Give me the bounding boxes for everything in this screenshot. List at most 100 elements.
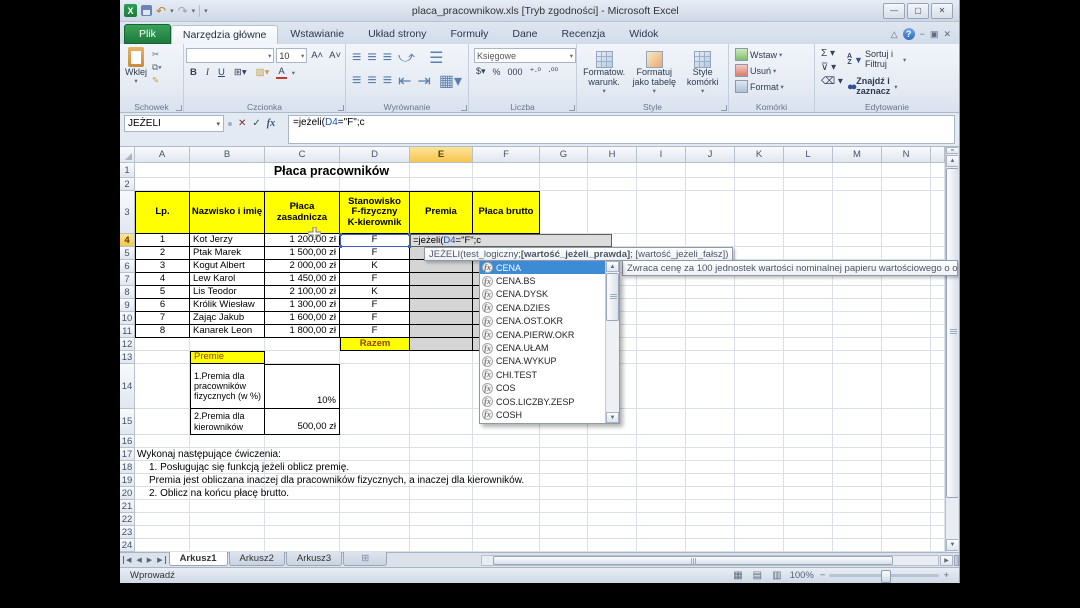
ribbon-tab-formu-y[interactable]: Formuły (438, 24, 500, 44)
cell-A18[interactable]: 1. Posługując się funkcją jeżeli oblicz … (135, 461, 637, 474)
column-header-A[interactable]: A (135, 147, 190, 163)
autocomplete-item-cena.bs[interactable]: fxCENA.BS (480, 274, 605, 287)
italic-button[interactable]: I (204, 68, 211, 78)
font-color-icon[interactable]: A (276, 66, 286, 79)
cell-B3[interactable]: Nazwisko i imię (190, 191, 265, 234)
cell-A3[interactable]: Lp. (135, 191, 190, 234)
cut-icon[interactable]: ✂ (152, 49, 162, 60)
cell-E3[interactable]: Premia (410, 191, 473, 234)
accounting-format-icon[interactable]: $▾ (476, 66, 486, 77)
cell-C14[interactable]: 10% (265, 364, 340, 409)
cell-C11[interactable]: 1 800,00 zł (265, 325, 340, 338)
book-restore-icon[interactable]: ▣ (930, 29, 939, 40)
hscroll-right-icon[interactable]: ▶ (940, 555, 953, 566)
row-header-22[interactable]: 22 (120, 513, 135, 526)
zoom-out-icon[interactable]: − (820, 570, 826, 581)
cell-E12[interactable] (410, 338, 473, 351)
column-header-D[interactable]: D (340, 147, 410, 163)
cell-A5[interactable]: 2 (135, 247, 190, 260)
cell-B9[interactable]: Królik Wiesław (190, 299, 265, 312)
redo-dropdown-icon[interactable]: ▾ (192, 7, 196, 15)
cell-A4[interactable]: 1 (135, 234, 190, 247)
liczba-dialog-launcher[interactable] (569, 105, 575, 111)
row-header-14[interactable]: 14 (120, 364, 135, 409)
minimize-button[interactable]: — (883, 3, 905, 19)
hscroll-splitter[interactable] (954, 555, 959, 566)
column-header-B[interactable]: B (190, 147, 265, 163)
shrink-font-icon[interactable]: A˅ (327, 50, 343, 61)
autocomplete-item-cena[interactable]: fxCENA (480, 261, 605, 274)
cell-D3[interactable]: Stanowisko F-fizyczny K-kierownik (340, 191, 410, 234)
row-header-13[interactable]: 13 (120, 351, 135, 364)
row-header-15[interactable]: 15 (120, 409, 135, 435)
undo-icon[interactable]: ↶ (156, 6, 166, 16)
cell-styles-button[interactable]: Style komórki▾ (679, 46, 726, 100)
cell-B6[interactable]: Kogut Albert (190, 260, 265, 273)
row-header-7[interactable]: 7 (120, 273, 135, 286)
number-format-combo[interactable]: Księgowe▾ (474, 48, 576, 63)
format-cells-button[interactable]: Format▾ (735, 80, 812, 93)
column-header-J[interactable]: J (686, 147, 735, 163)
align-left-icon[interactable]: ≡ (352, 72, 361, 90)
ribbon-tab-narz-dzia-g-wne[interactable]: Narzędzia główne (171, 25, 278, 44)
wyrownanie-dialog-launcher[interactable] (461, 105, 467, 111)
row-header-10[interactable]: 10 (120, 312, 135, 325)
undo-dropdown-icon[interactable]: ▾ (170, 7, 174, 15)
cell-D6[interactable]: K (340, 260, 410, 273)
cell-B5[interactable]: Ptak Marek (190, 247, 265, 260)
cell-D8[interactable]: K (340, 286, 410, 299)
cell-B15[interactable]: 2.Premia dla kierowników (190, 409, 265, 435)
sheet-tab-arkusz3[interactable]: Arkusz3 (286, 552, 342, 566)
autocomplete-item-cena.ułam[interactable]: fxCENA.UŁAM (480, 341, 605, 354)
ribbon-tab-uk-ad-strony[interactable]: Układ strony (356, 24, 438, 44)
row-header-18[interactable]: 18 (120, 461, 135, 474)
row-header-3[interactable]: 3 (120, 191, 135, 234)
borders-icon[interactable]: ⊞▾ (232, 67, 249, 78)
merge-center-icon[interactable]: ▦▾ (439, 71, 462, 91)
cell-C6[interactable]: 2 000,00 zł (265, 260, 340, 273)
zoom-in-icon[interactable]: + (943, 570, 949, 581)
name-box[interactable]: JEŻELI▾ (124, 115, 224, 132)
align-top-icon[interactable]: ≡ (352, 49, 361, 67)
next-sheet-icon[interactable]: ▶ (145, 556, 154, 564)
cell-C5[interactable]: 1 500,00 zł (265, 247, 340, 260)
cell-B13[interactable]: Premie (190, 351, 265, 364)
normal-view-icon[interactable]: ▦ (731, 569, 744, 582)
row-header-8[interactable]: 8 (120, 286, 135, 299)
ribbon-tab-dane[interactable]: Dane (500, 24, 549, 44)
row-header-17[interactable]: 17 (120, 448, 135, 461)
cell-C3[interactable]: Płaca zasadnicza (265, 191, 340, 234)
increase-decimal-icon[interactable]: ⁺·⁰ (530, 66, 541, 77)
cell-E9[interactable] (410, 299, 473, 312)
autocomplete-item-cena.dysk[interactable]: fxCENA.DYSK (480, 288, 605, 301)
autocomplete-item-cos[interactable]: fxCOS (480, 382, 605, 395)
cell-B11[interactable]: Kanarek Leon (190, 325, 265, 338)
cell-A20[interactable]: 2. Oblicz na końcu płacę brutto. (135, 487, 637, 500)
name-box-dropdown-icon[interactable]: ▾ (216, 120, 220, 128)
sort-filter-button[interactable]: AZ▼ Sortuj i Filtruj▾ (847, 48, 906, 72)
column-header-L[interactable]: L (784, 147, 833, 163)
delete-cells-button[interactable]: Usuń▾ (735, 64, 812, 77)
vscroll-up-icon[interactable]: ▲ (946, 155, 958, 167)
find-select-button[interactable]: ●● Znajdź i zaznacz▾ (847, 75, 906, 99)
row-header-16[interactable]: 16 (120, 435, 135, 448)
percent-style-icon[interactable]: % (493, 67, 501, 77)
row-header-2[interactable]: 2 (120, 178, 135, 191)
paste-button[interactable]: Wklej▾ (122, 46, 150, 86)
ribbon-tab-wstawianie[interactable]: Wstawianie (278, 24, 356, 44)
cell-D5[interactable]: F (340, 247, 410, 260)
grow-font-icon[interactable]: A˄ (309, 50, 325, 61)
prev-sheet-icon[interactable]: ◀ (134, 556, 143, 564)
cell-D12[interactable]: Razem (340, 338, 410, 351)
wrap-text-icon[interactable]: ☰ (429, 48, 443, 68)
cell-A9[interactable]: 6 (135, 299, 190, 312)
dropdown-scroll-up-icon[interactable]: ▲ (606, 261, 619, 272)
align-bottom-icon[interactable]: ≡ (383, 49, 392, 67)
restore-button[interactable]: ▢ (907, 3, 929, 19)
autocomplete-item-cena.pierw.okr[interactable]: fxCENA.PIERW.OKR (480, 328, 605, 341)
clear-icon[interactable]: ⌫ ▾ (821, 76, 843, 87)
increase-indent-icon[interactable]: ⇥ (417, 71, 430, 91)
vertical-scrollbar[interactable]: =▲▼ (945, 147, 958, 552)
save-icon[interactable] (141, 5, 152, 16)
autocomplete-item-cena.wykup[interactable]: fxCENA.WYKUP (480, 355, 605, 368)
